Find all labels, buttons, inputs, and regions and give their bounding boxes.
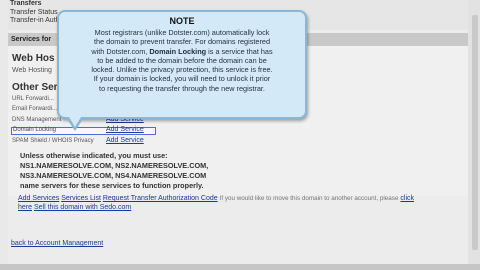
- service-row-label: Domain Locking: [13, 127, 57, 133]
- horizontal-scrollbar[interactable]: [0, 264, 480, 270]
- vertical-scrollbar[interactable]: [468, 0, 480, 270]
- nameserver-outro: name servers for these services to funct…: [20, 181, 204, 190]
- note-line: the domain to prevent transfer. For doma…: [93, 37, 271, 47]
- action-links-row: Add Services Services List Request Trans…: [18, 195, 414, 202]
- nameservers-3-4: NS3.NAMERESOLVE.COM, NS4.NAMERESOLVE.COM: [20, 171, 207, 180]
- note-emphasis: Domain Locking: [149, 46, 207, 56]
- note-pointer-fill: [69, 117, 81, 127]
- sell-domain-link[interactable]: Sell this domain with Sedo.com: [34, 204, 131, 211]
- service-row-label: Email Forwardi...: [12, 106, 58, 112]
- request-auth-code-link[interactable]: Request Transfer Authorization Code: [103, 195, 218, 202]
- add-domain-locking-link[interactable]: Add Service: [106, 126, 144, 133]
- service-row-label: SPAM Shield / WHOIS Privacy: [12, 138, 94, 144]
- service-row-label: URL Forwardi...: [12, 96, 54, 102]
- note-line: to requesting the transfer through the n…: [99, 83, 265, 93]
- other-services-heading: Other Ser: [12, 82, 58, 93]
- note-line-part: with Dotster.com,: [91, 46, 150, 56]
- click-here-link[interactable]: click: [400, 195, 414, 202]
- services-list-link[interactable]: Services List: [61, 195, 101, 202]
- add-privacy-service-link[interactable]: Add Service: [106, 137, 144, 144]
- scrollbar-thumb[interactable]: [472, 15, 478, 250]
- second-links-row: here Sell this domain with Sedo.com: [18, 204, 131, 211]
- transfer-status-label: Transfer Status: [10, 9, 58, 16]
- note-title: NOTE: [169, 16, 195, 26]
- service-row-label: DNS Management: [12, 117, 62, 123]
- nameserver-intro: Unless otherwise indicated, you must use…: [20, 151, 168, 160]
- note-body: Most registrars (unlike Dotster.com) aut…: [65, 28, 299, 93]
- note-line: Most registrars (unlike Dotster.com) aut…: [94, 28, 270, 37]
- note-line: locked. Unlike the privacy protection, t…: [91, 65, 273, 75]
- move-domain-note: If you would like to move this domain to…: [219, 195, 399, 202]
- transfers-label: Transfers: [10, 0, 42, 7]
- add-services-link[interactable]: Add Services: [18, 195, 59, 202]
- note-line: If your domain is locked, you will need …: [93, 74, 271, 84]
- web-hosting-row: Web Hosting: [12, 67, 52, 74]
- note-line-part: is a service that has: [206, 46, 273, 56]
- web-hosting-heading: Web Hos: [12, 53, 55, 64]
- nameservers-1-2: NS1.NAMERESOLVE.COM, NS2.NAMERESOLVE.COM…: [20, 161, 209, 170]
- note-line: to be added to the domain before the dom…: [97, 55, 267, 65]
- note-line: with Dotster.com, Domain Locking is a se…: [65, 47, 299, 56]
- here-link[interactable]: here: [18, 204, 32, 211]
- back-to-account-link[interactable]: back to Account Management: [11, 240, 103, 247]
- note-tooltip: NOTE Most registrars (unlike Dotster.com…: [57, 10, 307, 131]
